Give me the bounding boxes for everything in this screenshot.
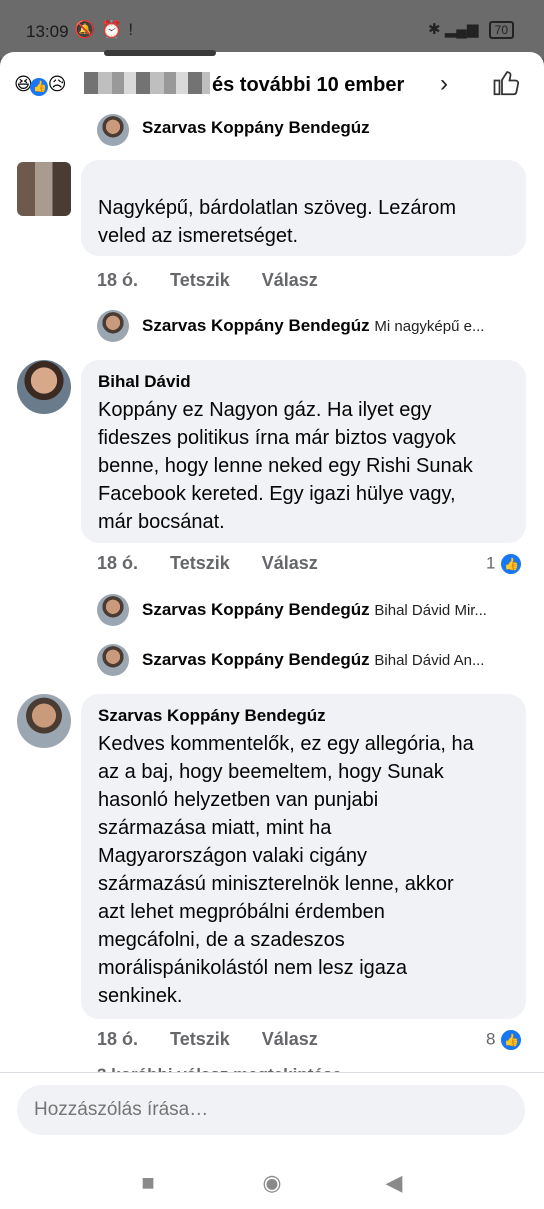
- reply-preview[interactable]: Szarvas Koppány Bendegúz Bihal Dávid An.…: [142, 650, 484, 670]
- reaction-icons: 😆 👍 😥: [14, 74, 67, 96]
- comment-bubble: Nagyképű, bárdolatlan szöveg. Lezárom ve…: [81, 160, 526, 256]
- status-time: 13:09: [26, 22, 69, 41]
- notification-icons: 🔕⏰ǃ: [74, 20, 140, 39]
- like-badge-icon: 👍: [499, 552, 524, 576]
- reply-author[interactable]: Szarvas Koppány Bendegúz: [142, 316, 370, 335]
- like-count: 8: [486, 1029, 496, 1049]
- haha-icon: 😆: [14, 74, 33, 94]
- comment-actions: 18 ó. Tetszik Válasz: [97, 553, 350, 574]
- system-icons: ✱ ▂▄▆ 70: [428, 20, 514, 39]
- comment-author[interactable]: Bihal Dávid: [98, 372, 191, 392]
- comment-time[interactable]: 18 ó.: [97, 1029, 138, 1049]
- reply-preview[interactable]: Szarvas Koppány Bendegúz Bihal Dávid Mir…: [142, 600, 487, 620]
- reaction-count[interactable]: 8 👍: [486, 1028, 524, 1052]
- reply-preview[interactable]: Szarvas Koppány Bendegúz: [142, 118, 370, 138]
- like-button[interactable]: Tetszik: [170, 553, 230, 573]
- avatar[interactable]: [97, 644, 129, 676]
- reply-preview[interactable]: Szarvas Koppány Bendegúz Mi nagyképű e..…: [142, 316, 484, 336]
- reply-snippet: Mi nagyképű e...: [374, 318, 485, 335]
- reply-snippet: Bihal Dávid An...: [374, 652, 485, 669]
- comment-text: Kedves kommentelők, ez egy allegória, ha…: [98, 733, 474, 1007]
- like-count: 1: [486, 553, 496, 573]
- avatar[interactable]: [17, 694, 71, 748]
- comment-text: Nagyképű, bárdolatlan szöveg. Lezárom ve…: [98, 197, 456, 247]
- chevron-right-icon[interactable]: ›: [440, 70, 448, 98]
- avatar[interactable]: [97, 310, 129, 342]
- reactions-summary[interactable]: és további 10 ember: [212, 74, 404, 97]
- reply-button[interactable]: Válasz: [262, 270, 318, 290]
- redacted-names: [84, 72, 210, 94]
- comment-actions: 18 ó. Tetszik Válasz: [97, 270, 350, 291]
- square-icon[interactable]: ■: [133, 1170, 163, 1200]
- comment-text: Koppány ez Nagyon gáz. Ha ilyet egy fide…: [98, 399, 473, 533]
- like-reaction-icon: 👍: [29, 78, 48, 96]
- comment-bubble: Bihal Dávid Koppány ez Nagyon gáz. Ha il…: [81, 360, 526, 543]
- comment-composer: [0, 1072, 544, 1161]
- like-button[interactable]: Tetszik: [170, 1029, 230, 1049]
- status-bar: 13:09 🔕⏰ǃ ✱ ▂▄▆ 70: [0, 0, 544, 58]
- android-nav-bar: ■ ◉ ◀: [0, 1160, 544, 1209]
- avatar[interactable]: [97, 594, 129, 626]
- like-button[interactable]: Tetszik: [170, 270, 230, 290]
- reply-button[interactable]: Válasz: [262, 1029, 318, 1049]
- triangle-icon[interactable]: ◀: [379, 1170, 409, 1200]
- comment-author[interactable]: Szarvas Koppány Bendegúz: [98, 706, 326, 726]
- comment-time[interactable]: 18 ó.: [97, 553, 138, 573]
- avatar[interactable]: [17, 162, 71, 216]
- reply-author[interactable]: Szarvas Koppány Bendegúz: [142, 650, 370, 669]
- battery-icon: 70: [488, 21, 514, 39]
- like-badge-icon: 👍: [499, 1028, 524, 1052]
- comment-bubble: Szarvas Koppány Bendegúz Kedves kommente…: [81, 694, 526, 1019]
- comment-time[interactable]: 18 ó.: [97, 270, 138, 290]
- avatar[interactable]: [17, 360, 71, 414]
- avatar[interactable]: [97, 114, 129, 146]
- thumbs-up-icon[interactable]: [492, 68, 522, 98]
- reply-button[interactable]: Válasz: [262, 553, 318, 573]
- sad-icon: 😥: [47, 74, 67, 94]
- reactions-header[interactable]: 😆 👍 😥 és további 10 ember ›: [0, 52, 544, 118]
- comments-sheet: 😆 👍 😥 és további 10 ember › Szarvas Koppán…: [0, 50, 544, 1209]
- reply-author[interactable]: Szarvas Koppány Bendegúz: [142, 118, 370, 137]
- reply-author[interactable]: Szarvas Koppány Bendegúz: [142, 600, 370, 619]
- comment-input[interactable]: [17, 1085, 525, 1135]
- reaction-count[interactable]: 1 👍: [486, 552, 524, 576]
- comment-actions: 18 ó. Tetszik Válasz: [97, 1029, 350, 1050]
- circle-icon[interactable]: ◉: [257, 1170, 287, 1200]
- reply-snippet: Bihal Dávid Mir...: [374, 602, 487, 619]
